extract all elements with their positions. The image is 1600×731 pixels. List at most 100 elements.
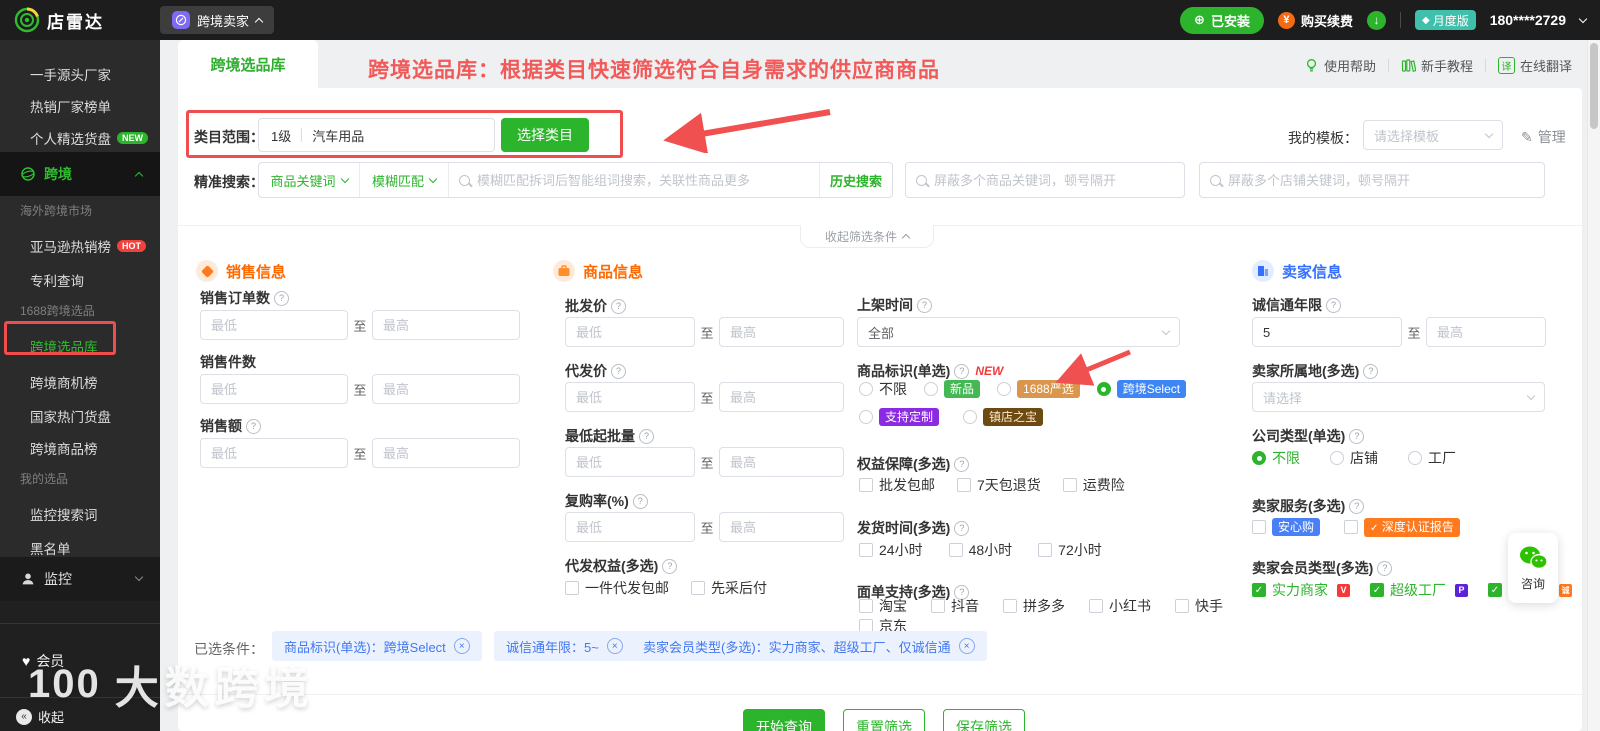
help-icon[interactable]: ? xyxy=(1349,428,1365,444)
block-product-input[interactable] xyxy=(934,172,1174,188)
checkbox-option[interactable]: 抖音 xyxy=(931,596,979,616)
collapse-filters-button[interactable]: 收起筛选条件 xyxy=(800,225,934,248)
radio-option[interactable]: 新品 xyxy=(924,380,981,398)
sidebar-item-rexiao[interactable]: 热销厂家榜单 xyxy=(30,96,111,116)
checkbox[interactable] xyxy=(1038,543,1053,557)
checkbox[interactable] xyxy=(1062,478,1077,492)
radio[interactable] xyxy=(859,410,873,424)
keyword-type-select[interactable]: 商品关键词 xyxy=(259,163,360,197)
checkbox-option-checked[interactable]: ✓ 实力商家 V xyxy=(1252,580,1350,600)
min-input[interactable] xyxy=(565,382,695,412)
help-icon[interactable]: ? xyxy=(954,363,970,379)
radio-option[interactable]: 工厂 xyxy=(1408,448,1456,468)
min-input[interactable] xyxy=(200,310,348,340)
scrollbar-thumb[interactable] xyxy=(1590,43,1598,129)
checkbox-checked[interactable]: ✓ xyxy=(1252,583,1266,597)
checkbox-option[interactable]: 7天包退货 xyxy=(957,475,1041,495)
max-input[interactable] xyxy=(719,382,844,412)
sidebar-item-amazon[interactable]: 亚马逊热销榜 HOT xyxy=(30,236,146,256)
sidebar-item-blacklist[interactable]: 黑名单 xyxy=(30,538,71,558)
radio-option[interactable]: 支持定制 xyxy=(859,408,940,426)
translate-link[interactable]: 译 在线翻译 xyxy=(1497,56,1572,75)
checkbox[interactable] xyxy=(948,543,963,557)
help-icon[interactable]: ? xyxy=(274,290,289,306)
help-icon[interactable]: ? xyxy=(639,428,654,444)
min-input[interactable] xyxy=(200,374,348,404)
sidebar-item-yishou[interactable]: 一手源头厂家 xyxy=(30,64,111,84)
seller-location-select[interactable]: 请选择 xyxy=(1252,382,1545,412)
tab-kuajing-xuanpinku[interactable]: 跨境选品库 xyxy=(178,40,318,88)
remove-condition-icon[interactable]: × xyxy=(606,638,623,654)
chevron-down-icon[interactable] xyxy=(1578,14,1588,23)
checkbox-option[interactable]: 快手 xyxy=(1175,596,1223,616)
remove-condition-icon[interactable]: × xyxy=(453,638,470,654)
help-icon[interactable]: ? xyxy=(954,456,970,472)
installed-button[interactable]: ⊕ 已安装 xyxy=(1180,6,1264,34)
radio-checked[interactable] xyxy=(1252,451,1266,465)
download-icon[interactable]: ↓ xyxy=(1366,10,1386,30)
renew-button[interactable]: ¥ 购买续费 xyxy=(1277,11,1353,30)
radio-option[interactable]: 不限 xyxy=(859,379,907,399)
max-input[interactable] xyxy=(719,512,844,542)
max-input[interactable] xyxy=(719,317,844,347)
block-shop-input[interactable] xyxy=(1228,172,1534,188)
radio[interactable] xyxy=(1330,451,1344,465)
min-input[interactable] xyxy=(565,447,695,477)
radio-option[interactable]: 店铺 xyxy=(1330,448,1378,468)
min-input[interactable] xyxy=(565,317,695,347)
checkbox[interactable] xyxy=(691,581,705,595)
help-link[interactable]: 使用帮助 xyxy=(1304,56,1376,75)
checkbox[interactable] xyxy=(1175,599,1189,613)
template-select[interactable]: 请选择模板 xyxy=(1363,120,1503,150)
help-icon[interactable]: ? xyxy=(632,493,648,509)
checkbox-option[interactable]: ✓ 深度认证报告 xyxy=(1344,518,1460,537)
radio-option-selected[interactable]: 不限 xyxy=(1252,448,1300,468)
max-input[interactable] xyxy=(372,374,520,404)
checkbox[interactable] xyxy=(1089,599,1103,613)
max-input[interactable] xyxy=(372,438,520,468)
checkbox-option[interactable]: 24小时 xyxy=(859,540,923,560)
checkbox-option[interactable]: 72小时 xyxy=(1038,540,1102,560)
sidebar-item-patent[interactable]: 专利查询 xyxy=(30,270,84,290)
search-input[interactable] xyxy=(477,172,809,188)
radio[interactable] xyxy=(1408,451,1422,465)
help-icon[interactable]: ? xyxy=(1326,297,1341,313)
remove-condition-icon[interactable]: × xyxy=(958,638,975,654)
radio-option[interactable]: 镇店之宝 xyxy=(963,408,1044,426)
max-input[interactable] xyxy=(372,310,520,340)
sidebar-item-jiankong-search[interactable]: 监控搜索词 xyxy=(30,504,98,524)
max-input[interactable] xyxy=(719,447,844,477)
checkbox-option[interactable]: 拼多多 xyxy=(1003,596,1065,616)
match-mode-select[interactable]: 模糊匹配 xyxy=(360,163,449,197)
sidebar-item-guojia[interactable]: 国家热门货盘 xyxy=(30,406,111,426)
account-phone[interactable]: 180****2729 xyxy=(1490,12,1566,28)
sidebar-collapse-button[interactable]: « 收起 xyxy=(16,707,64,726)
checkbox-option-checked[interactable]: ✓ 超级工厂 P xyxy=(1370,580,1468,600)
checkbox[interactable] xyxy=(1003,599,1017,613)
min-input[interactable] xyxy=(565,512,695,542)
checkbox-checked[interactable]: ✓ xyxy=(1488,583,1502,597)
sidebar-item-geren[interactable]: 个人精选货盘 NEW xyxy=(30,128,148,148)
help-icon[interactable]: ? xyxy=(917,297,932,313)
checkbox[interactable] xyxy=(859,599,873,613)
checkbox[interactable] xyxy=(931,599,945,613)
sidebar-item-member[interactable]: ♥ 会员 xyxy=(22,651,64,671)
tutorial-link[interactable]: 新手教程 xyxy=(1401,56,1473,75)
checkbox-option[interactable]: 一件代发包邮 xyxy=(565,578,669,598)
help-icon[interactable]: ? xyxy=(246,418,261,434)
sidebar-item-shangpinbang[interactable]: 跨境商品榜 xyxy=(30,438,98,458)
sidebar-item-shangjibang[interactable]: 跨境商机榜 xyxy=(30,372,98,392)
sidebar-section-jiankong[interactable]: 监控 xyxy=(0,557,160,601)
help-icon[interactable]: ? xyxy=(954,520,970,536)
radio[interactable] xyxy=(963,410,978,424)
min-input[interactable] xyxy=(200,438,348,468)
checkbox[interactable] xyxy=(859,543,873,557)
help-icon[interactable]: ? xyxy=(1377,560,1393,576)
checkbox-option[interactable]: 批发包邮 xyxy=(859,475,935,495)
sidebar-section-kuajing[interactable]: 跨境 xyxy=(0,152,160,196)
max-input[interactable] xyxy=(1426,317,1546,347)
checkbox[interactable] xyxy=(1252,520,1266,535)
wechat-consult-widget[interactable]: 咨询 xyxy=(1508,533,1558,603)
save-filters-button[interactable]: 保存筛选 xyxy=(943,709,1025,731)
help-icon[interactable]: ? xyxy=(662,558,678,574)
